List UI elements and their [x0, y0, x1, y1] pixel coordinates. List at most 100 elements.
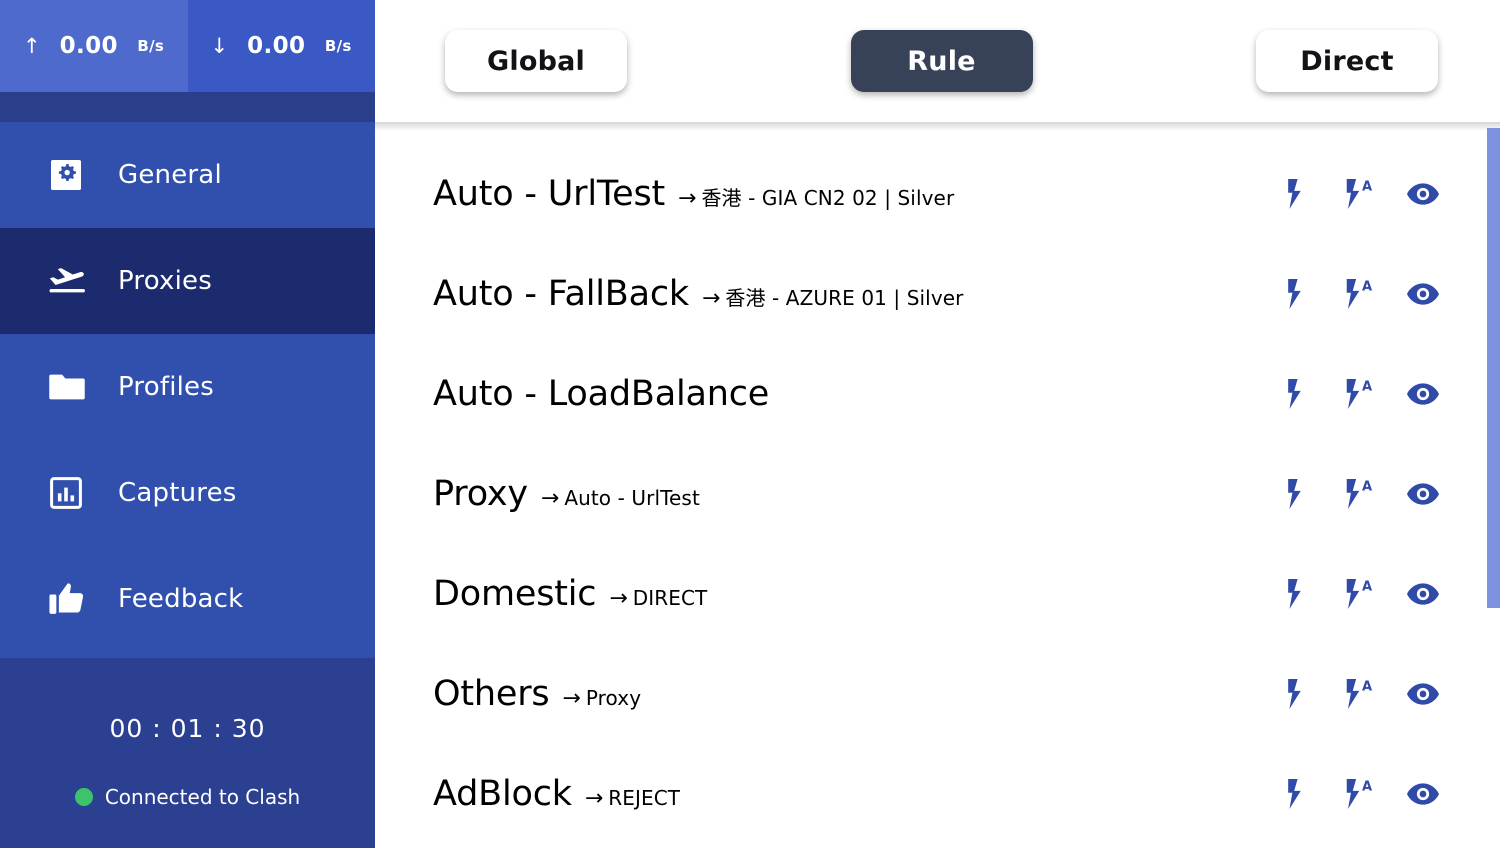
folder-icon: [48, 371, 94, 403]
scrollbar[interactable]: [1484, 128, 1500, 848]
sidebar-item-label: Proxies: [118, 266, 212, 296]
lightning-bolt-icon[interactable]: [1278, 277, 1312, 311]
sidebar-item-label: Captures: [118, 478, 237, 508]
proxy-group-target: Auto - UrlTest: [564, 486, 700, 510]
sidebar-item-profiles[interactable]: Profiles: [0, 334, 375, 440]
tab-direct[interactable]: Direct: [1256, 30, 1438, 92]
sidebar-item-label: Feedback: [118, 584, 244, 614]
proxy-group-name: Proxy: [433, 474, 528, 514]
topbar-shadow: [375, 122, 1500, 131]
lightning-bolt-auto-icon[interactable]: A: [1342, 277, 1376, 311]
lightning-bolt-auto-icon[interactable]: A: [1342, 677, 1376, 711]
gear-icon: [48, 157, 94, 193]
row-actions: A: [1278, 377, 1440, 411]
uptime-timer: 00 : 01 : 30: [109, 714, 266, 743]
proxy-group-list: Auto - UrlTest → 香港 - GIA CN2 02 | Silve…: [375, 122, 1500, 848]
lightning-bolt-icon[interactable]: [1278, 477, 1312, 511]
eye-icon[interactable]: [1406, 377, 1440, 411]
proxy-group-label: Others → Proxy: [433, 674, 1250, 714]
eye-icon[interactable]: [1406, 777, 1440, 811]
table-row[interactable]: Proxy → Auto - UrlTest A: [375, 444, 1500, 544]
sidebar-item-feedback[interactable]: Feedback: [0, 546, 375, 652]
main-panel: Global Rule Direct Auto - UrlTest → 香港 -…: [375, 0, 1500, 848]
eye-icon[interactable]: [1406, 577, 1440, 611]
proxy-group-label: Proxy → Auto - UrlTest: [433, 474, 1250, 514]
thumbs-up-icon: [48, 581, 94, 617]
sidebar-item-general[interactable]: General: [0, 122, 375, 228]
eye-icon[interactable]: [1406, 477, 1440, 511]
tab-rule[interactable]: Rule: [850, 30, 1033, 92]
mode-tabs: Global Rule Direct: [375, 30, 1500, 92]
lightning-bolt-icon[interactable]: [1278, 677, 1312, 711]
lightning-bolt-auto-icon[interactable]: A: [1342, 377, 1376, 411]
scrollbar-thumb[interactable]: [1487, 128, 1500, 608]
arrow-right-icon: →: [678, 186, 697, 211]
lightning-bolt-icon[interactable]: [1278, 777, 1312, 811]
table-row[interactable]: Domestic → DIRECT A: [375, 544, 1500, 644]
row-actions: A: [1278, 277, 1440, 311]
proxy-group-name: AdBlock: [433, 774, 572, 814]
svg-text:A: A: [1362, 379, 1373, 394]
proxy-group-target: REJECT: [608, 786, 681, 810]
proxy-group-label: AdBlock → REJECT: [433, 774, 1250, 814]
lightning-bolt-auto-icon[interactable]: A: [1342, 477, 1376, 511]
table-row[interactable]: Auto - LoadBalance A: [375, 344, 1500, 444]
row-actions: A: [1278, 477, 1440, 511]
upload-speed: ↑ 0.00 B/s: [0, 0, 188, 92]
eye-icon[interactable]: [1406, 177, 1440, 211]
lightning-bolt-auto-icon[interactable]: A: [1342, 177, 1376, 211]
arrow-right-icon: →: [609, 586, 628, 611]
lightning-bolt-auto-icon[interactable]: A: [1342, 577, 1376, 611]
proxy-group-target: 香港 - AZURE 01 | Silver: [725, 286, 964, 310]
proxy-group-name: Others: [433, 674, 550, 714]
svg-text:A: A: [1362, 279, 1373, 294]
row-actions: A: [1278, 577, 1440, 611]
arrow-down-icon: ↓: [210, 33, 229, 58]
arrow-up-icon: ↑: [22, 33, 41, 58]
chart-icon: [48, 475, 94, 511]
sidebar-item-proxies[interactable]: Proxies: [0, 228, 375, 334]
lightning-bolt-icon[interactable]: [1278, 577, 1312, 611]
svg-text:A: A: [1362, 579, 1373, 594]
download-speed-unit: B/s: [324, 37, 352, 55]
tab-label: Direct: [1300, 45, 1394, 77]
arrow-right-icon: →: [562, 686, 581, 711]
row-actions: A: [1278, 177, 1440, 211]
lightning-bolt-icon[interactable]: [1278, 377, 1312, 411]
table-row[interactable]: AdBlock → REJECT A: [375, 744, 1500, 844]
proxy-group-label: Auto - LoadBalance: [433, 374, 1250, 414]
sidebar-item-captures[interactable]: Captures: [0, 440, 375, 546]
tab-global[interactable]: Global: [445, 30, 627, 92]
tab-label: Rule: [907, 45, 976, 77]
download-speed-value: 0.00: [247, 33, 306, 59]
proxy-group-label: Domestic → DIRECT: [433, 574, 1250, 614]
connection-status: Connected to Clash: [74, 785, 301, 809]
download-speed: ↓ 0.00 B/s: [187, 0, 375, 92]
proxy-group-name: Auto - LoadBalance: [433, 374, 770, 414]
status-badge: Connected to Clash: [104, 785, 301, 809]
plane-icon: [48, 263, 94, 299]
lightning-bolt-auto-icon[interactable]: A: [1342, 777, 1376, 811]
svg-text:A: A: [1362, 779, 1373, 794]
table-row[interactable]: Others → Proxy A: [375, 644, 1500, 744]
sidebar-item-label: General: [118, 160, 222, 190]
table-row[interactable]: Auto - UrlTest → 香港 - GIA CN2 02 | Silve…: [375, 144, 1500, 244]
proxy-group-label: Auto - FallBack → 香港 - AZURE 01 | Silver: [433, 274, 1250, 314]
proxy-group-target: Proxy: [585, 686, 642, 710]
eye-icon[interactable]: [1406, 677, 1440, 711]
svg-text:A: A: [1362, 679, 1373, 694]
row-actions: A: [1278, 777, 1440, 811]
proxy-group-target: 香港 - GIA CN2 02 | Silver: [701, 186, 955, 210]
tab-label: Global: [487, 45, 585, 77]
sidebar-item-label: Profiles: [118, 372, 214, 402]
lightning-bolt-icon[interactable]: [1278, 177, 1312, 211]
arrow-right-icon: →: [701, 286, 721, 311]
arrow-right-icon: →: [540, 486, 560, 511]
proxy-group-name: Auto - UrlTest: [433, 174, 665, 214]
eye-icon[interactable]: [1406, 277, 1440, 311]
row-actions: A: [1278, 677, 1440, 711]
sidebar-nav: General Proxies Profiles Captures Feedba…: [0, 122, 375, 652]
table-row[interactable]: Auto - FallBack → 香港 - AZURE 01 | Silver…: [375, 244, 1500, 344]
sidebar-footer: 00 : 01 : 30 Connected to Clash: [0, 658, 375, 848]
proxy-group-name: Auto - FallBack: [433, 274, 689, 314]
